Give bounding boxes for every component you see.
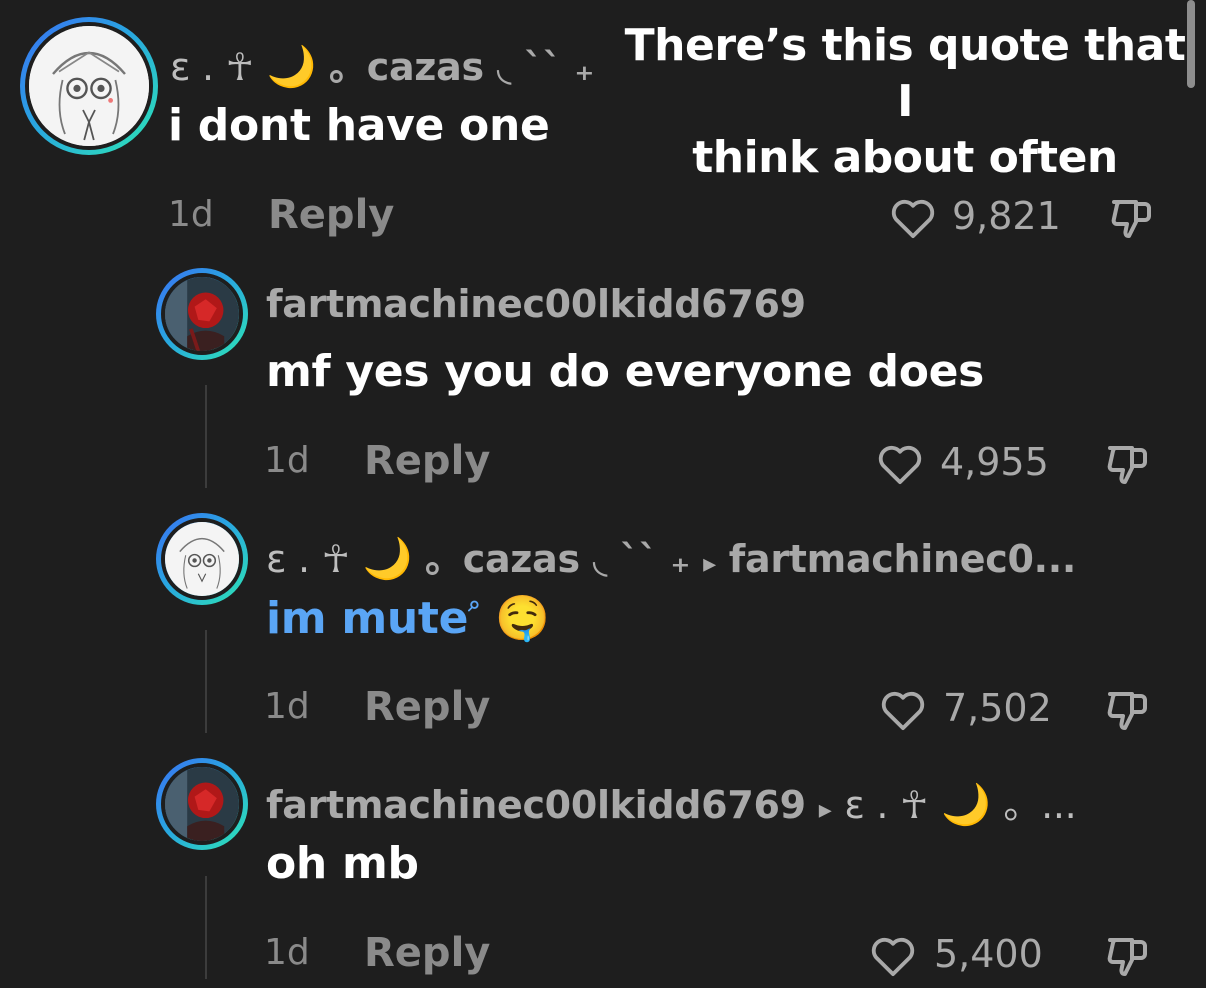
like-count: 7,502 <box>943 686 1052 730</box>
comment-text: im mute⌕ 🤤 <box>266 592 550 644</box>
thumbs-down-icon[interactable] <box>1104 686 1152 734</box>
avatar[interactable] <box>156 758 248 850</box>
comment-timestamp: 1d <box>264 686 310 727</box>
comment-username[interactable]: fartmachinec00lkidd6769 ▸ ɛ . ☥ 🌙 。... <box>266 774 1077 829</box>
drooling-face-emoji: 🤤 <box>495 593 550 644</box>
moon-emoji: 🌙 <box>940 782 991 828</box>
reply-button[interactable]: Reply <box>364 438 490 484</box>
avatar-image <box>25 22 153 150</box>
avatar-image <box>161 273 243 355</box>
heart-outline-icon[interactable] <box>870 935 916 977</box>
thread-connector <box>205 630 207 733</box>
caption-line-2: think about often <box>692 132 1118 183</box>
reply-to-decoration[interactable]: ɛ . ☥ <box>844 783 928 827</box>
username-text: 。cazas ◟ `` ₊ <box>329 45 595 89</box>
reply-button[interactable]: Reply <box>364 930 490 976</box>
username-text: 。cazas ◟ `` ₊ <box>425 537 691 581</box>
comment-text: i dont have one <box>168 100 550 151</box>
username-decoration: ɛ . ☥ <box>170 45 254 89</box>
avatar[interactable] <box>156 268 248 360</box>
reply-arrow-icon: ▸ <box>703 549 716 579</box>
comment-text: oh mb <box>266 838 419 889</box>
thread-connector <box>205 876 207 979</box>
comment-text: mf yes you do everyone does <box>266 346 985 397</box>
scrollbar-thumb[interactable] <box>1187 0 1195 88</box>
comment-username[interactable]: ɛ . ☥ 🌙 。cazas ◟ `` ₊ ▸ fartmachinec0... <box>266 528 1076 583</box>
avatar-image <box>161 518 243 600</box>
reply-to-ellipsis: 。... <box>1003 783 1077 827</box>
mention-text[interactable]: im mute <box>266 593 469 644</box>
avatar[interactable] <box>20 17 158 155</box>
reply-arrow-icon: ▸ <box>818 795 832 825</box>
username-text: fartmachinec00lkidd6769 <box>266 783 806 827</box>
reply-button[interactable]: Reply <box>268 192 394 238</box>
username-decoration: ɛ . ☥ <box>266 537 350 581</box>
reply-button[interactable]: Reply <box>364 684 490 730</box>
thumbs-down-icon[interactable] <box>1104 440 1152 488</box>
avatar-image <box>161 763 243 845</box>
reply-to-username[interactable]: fartmachinec0... <box>729 537 1077 581</box>
thread-connector <box>205 385 207 488</box>
search-icon: ⌕ <box>468 592 481 617</box>
comment-username[interactable]: fartmachinec00lkidd6769 <box>266 282 806 326</box>
like-count: 9,821 <box>952 194 1061 238</box>
comment-username[interactable]: ɛ . ☥ 🌙 。cazas ◟ `` ₊ <box>170 36 594 91</box>
comment-timestamp: 1d <box>168 194 214 235</box>
heart-outline-icon[interactable] <box>880 689 926 731</box>
caption-line-1: There’s this quote that I <box>624 20 1186 127</box>
heart-outline-icon[interactable] <box>890 197 936 239</box>
moon-emoji: 🌙 <box>266 44 317 90</box>
heart-outline-icon[interactable] <box>877 443 923 485</box>
comment-timestamp: 1d <box>264 932 310 973</box>
thumbs-down-icon[interactable] <box>1104 932 1152 980</box>
like-count: 5,400 <box>934 932 1043 976</box>
avatar[interactable] <box>156 513 248 605</box>
like-count: 4,955 <box>940 440 1049 484</box>
video-caption-overlay: There’s this quote that I think about of… <box>620 18 1190 186</box>
moon-emoji: 🌙 <box>362 536 413 582</box>
thumbs-down-icon[interactable] <box>1108 194 1156 242</box>
comment-timestamp: 1d <box>264 440 310 481</box>
